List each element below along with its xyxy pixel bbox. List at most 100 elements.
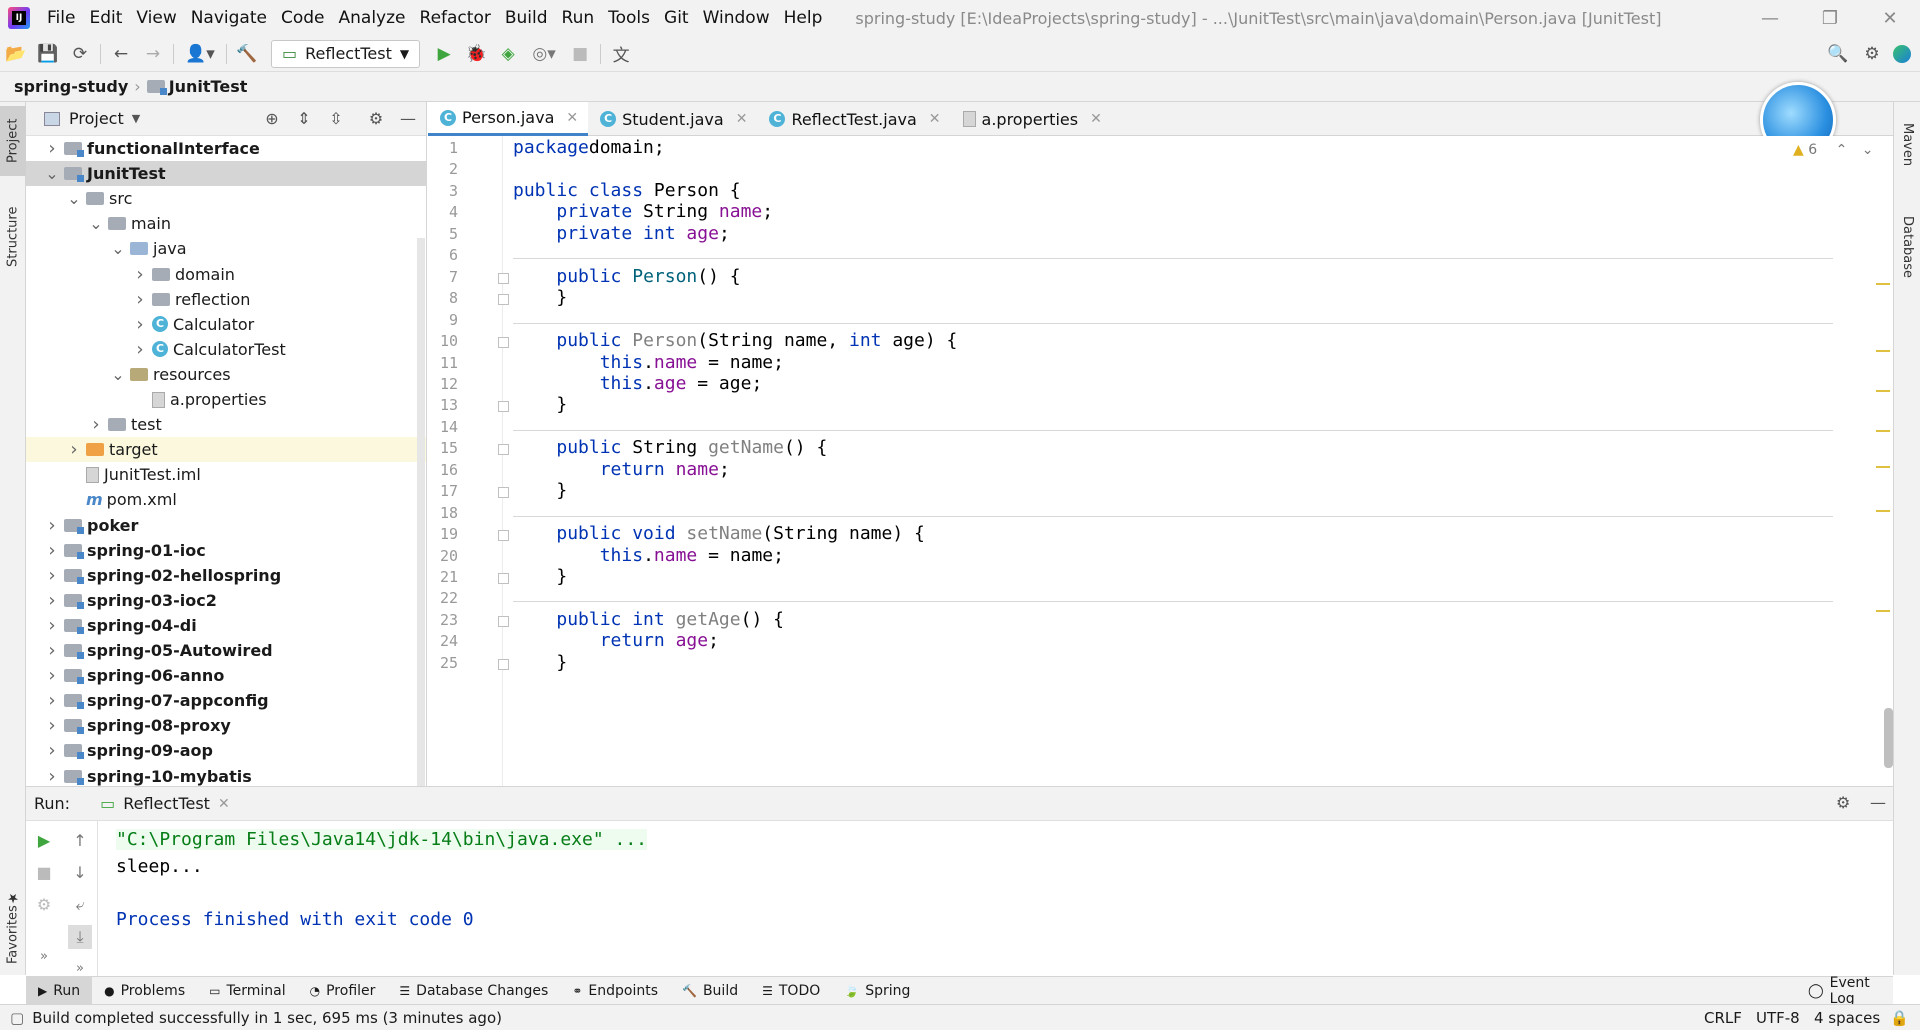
indent-setting[interactable]: 4 spaces (1814, 1009, 1880, 1027)
menu-navigate[interactable]: Navigate (184, 8, 274, 28)
debug-icon[interactable]: 🐞 (460, 38, 492, 70)
maven-tool-tab[interactable]: Maven (1894, 110, 1920, 180)
profile-icon[interactable]: ◎▾ (524, 38, 564, 70)
chevron-down-icon[interactable]: ▼ (132, 112, 140, 125)
chevron-right-icon[interactable]: › (44, 540, 60, 561)
run-icon[interactable]: ▶ (428, 38, 460, 70)
rerun-icon[interactable]: ▶ (32, 829, 56, 853)
code-line[interactable]: } (513, 566, 567, 587)
project-view-label[interactable]: Project (69, 109, 124, 128)
tree-item[interactable]: › spring-07-appconfig (26, 688, 426, 713)
code-line[interactable]: return age; (513, 630, 719, 651)
hide-panel-icon[interactable]: — (1870, 793, 1886, 812)
tree-item[interactable]: › spring-08-proxy (26, 713, 426, 738)
tool-tab-run[interactable]: ▶ Run (26, 976, 93, 1005)
editor-tab[interactable]: C Person.java ✕ (428, 102, 589, 136)
tree-item[interactable]: ⌄ src (26, 186, 426, 211)
code-line[interactable]: private String name; (513, 201, 773, 222)
code-line[interactable]: } (513, 480, 567, 501)
tree-item[interactable]: › spring-01-ioc (26, 538, 426, 563)
chevron-right-icon[interactable]: › (44, 665, 60, 686)
warning-stripe-mark[interactable] (1876, 350, 1890, 352)
tool-tab-problems[interactable]: ● Problems (92, 977, 197, 1005)
menu-code[interactable]: Code (274, 8, 332, 28)
chevron-right-icon[interactable]: › (44, 690, 60, 711)
menu-build[interactable]: Build (498, 8, 555, 28)
tree-item[interactable]: › spring-09-aop (26, 738, 426, 763)
run-configuration-select[interactable]: ▭ ReflectTest ▼ (271, 39, 421, 68)
chevron-right-icon[interactable]: › (44, 766, 60, 787)
locate-file-icon[interactable]: ⊕ (262, 109, 282, 129)
chevron-right-icon[interactable]: › (132, 339, 148, 360)
restore-layout-icon[interactable]: ⚙ (32, 893, 56, 917)
code-line[interactable]: public class Person { (513, 180, 741, 201)
fold-marker[interactable] (498, 658, 509, 670)
tree-item[interactable]: JunitTest.iml (26, 462, 426, 487)
tree-item[interactable]: ⌄ JunitTest (26, 161, 426, 187)
chevron-right-icon[interactable]: › (44, 715, 60, 736)
chevron-down-icon[interactable]: ⌄ (66, 189, 82, 208)
scroll-up-icon[interactable]: ↑ (68, 829, 92, 853)
breadcrumb-project[interactable]: spring-study (14, 77, 128, 96)
chevron-right-icon[interactable]: › (132, 289, 148, 310)
database-tool-tab[interactable]: Database (1894, 202, 1920, 292)
status-message[interactable]: Build completed successfully in 1 sec, 6… (32, 1009, 502, 1027)
tool-tab-endpoints[interactable]: ⚭ Endpoints (560, 977, 670, 1005)
run-tab[interactable]: ▭ ReflectTest ✕ (100, 794, 230, 813)
code-line[interactable]: public void setName(String name) { (513, 523, 924, 544)
tree-item[interactable]: › domain (26, 262, 426, 287)
warning-stripe-mark[interactable] (1876, 283, 1890, 285)
chevron-right-icon[interactable]: › (44, 515, 60, 536)
more-icon[interactable]: » (32, 945, 56, 969)
menu-window[interactable]: Window (696, 8, 777, 28)
restore-button[interactable]: ❐ (1800, 0, 1860, 36)
editor-tab[interactable]: C Student.java ✕ (588, 102, 757, 136)
inspection-widget[interactable]: ▲ 6 ⌃ ⌄ (1793, 142, 1874, 158)
fold-marker[interactable] (498, 401, 509, 413)
stop-icon[interactable]: ■ (32, 861, 56, 885)
coverage-icon[interactable]: ◈ (492, 38, 524, 70)
tree-item[interactable]: › spring-10-mybatis (26, 764, 426, 789)
back-icon[interactable]: ← (105, 38, 137, 70)
tree-item[interactable]: ⌄ java (26, 236, 426, 261)
chevron-right-icon[interactable]: › (44, 615, 60, 636)
tree-item[interactable]: › functionalInterface (26, 136, 426, 161)
tree-item[interactable]: › reflection (26, 287, 426, 312)
tree-item[interactable]: › spring-06-anno (26, 663, 426, 688)
fold-marker[interactable] (498, 573, 509, 584)
plugin-icon[interactable] (1886, 38, 1918, 70)
code-line[interactable]: this.name = name; (513, 545, 784, 566)
menu-edit[interactable]: Edit (82, 8, 129, 28)
code-line[interactable]: return name; (513, 459, 730, 480)
tree-item[interactable]: › C CalculatorTest (26, 337, 426, 362)
scroll-to-end-icon[interactable]: ⤓ (68, 925, 92, 949)
previous-highlight-icon[interactable]: ⌃ (1836, 142, 1848, 158)
chevron-right-icon[interactable]: › (132, 314, 148, 335)
search-icon[interactable]: 🔍 (1822, 38, 1854, 70)
expand-all-icon[interactable]: ⇕ (294, 109, 314, 129)
project-scrollbar[interactable] (417, 238, 425, 786)
code-line[interactable]: public Person(String name, int age) { (513, 330, 957, 351)
code-line[interactable]: } (513, 394, 567, 415)
translate-icon[interactable]: 文 (605, 38, 637, 70)
structure-tool-tab[interactable]: Structure (0, 192, 26, 282)
menu-run[interactable]: Run (555, 8, 602, 28)
chevron-right-icon[interactable]: › (132, 264, 148, 285)
menu-help[interactable]: Help (777, 8, 830, 28)
editor-tab[interactable]: a.properties ✕ (951, 102, 1112, 136)
menu-git[interactable]: Git (657, 8, 696, 28)
project-tool-tab[interactable]: Project (0, 106, 26, 176)
tree-item[interactable]: ⌄ resources (26, 362, 426, 387)
editor-tab[interactable]: C ReflectTest.java ✕ (757, 102, 950, 136)
stop-icon[interactable]: ■ (564, 38, 596, 70)
collapse-all-icon[interactable]: ⇳ (326, 109, 346, 129)
close-icon[interactable]: ✕ (929, 111, 941, 127)
chevron-right-icon[interactable]: › (44, 565, 60, 586)
chevron-down-icon[interactable]: ⌄ (88, 214, 104, 233)
fold-marker[interactable] (498, 615, 509, 627)
editor-scrollbar-thumb[interactable] (1884, 708, 1893, 768)
fold-marker[interactable] (498, 444, 509, 456)
code-line[interactable]: } (513, 652, 567, 673)
breadcrumb-module[interactable]: JunitTest (169, 77, 248, 96)
tree-item[interactable]: › spring-04-di (26, 613, 426, 638)
